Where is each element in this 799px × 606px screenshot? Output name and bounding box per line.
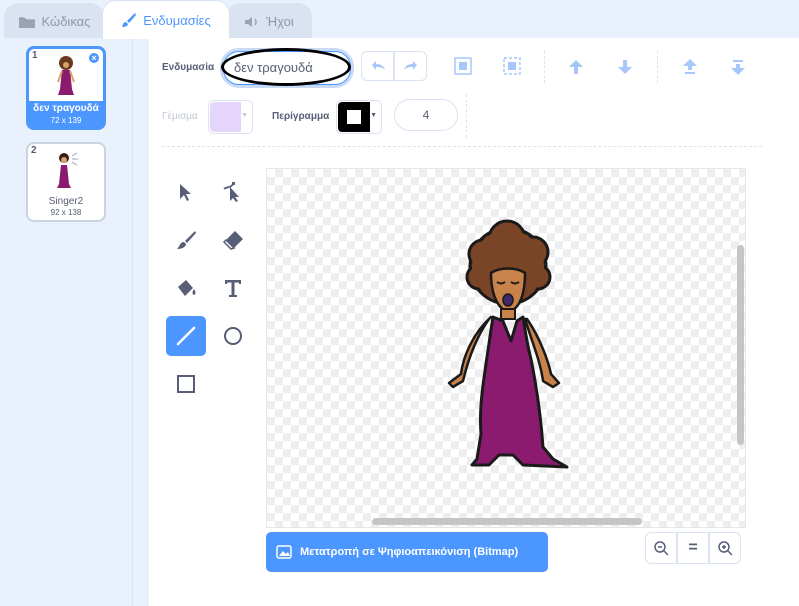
chevron-down-icon: ▼	[370, 112, 377, 119]
arrow-down-icon	[618, 60, 632, 74]
circle-icon	[224, 327, 242, 345]
outline-color-picker[interactable]: ▼	[336, 100, 382, 134]
text-tool[interactable]	[213, 268, 253, 308]
arrow-up-icon	[569, 60, 583, 74]
rectangle-icon	[177, 375, 195, 393]
tab-costumes-label: Ενδυμασίες	[143, 12, 211, 28]
zoom-out-button[interactable]	[645, 532, 677, 564]
speaker-icon	[244, 15, 260, 29]
brush-icon	[177, 231, 196, 249]
costume-number: 1	[32, 50, 38, 61]
zoom-controls: =	[645, 532, 741, 564]
editor-toolbar-row2: Γέμισμα ▼ Περίγραμμα ▼ 4	[149, 94, 799, 140]
costume-item-1[interactable]: 1 × δεν τραγουδά 72 x 139	[26, 46, 106, 130]
line-icon	[176, 326, 196, 346]
image-icon	[276, 545, 292, 559]
undo-button[interactable]	[361, 51, 394, 81]
reshape-tool[interactable]	[213, 172, 253, 212]
circle-tool[interactable]	[213, 316, 253, 356]
editor-toolbar-row1: Ενδυμασία δεν τραγουδά	[149, 38, 799, 94]
group-icon	[454, 57, 472, 75]
tab-sounds[interactable]: Ήχοι	[226, 3, 312, 39]
fill-tool[interactable]	[166, 268, 206, 308]
tab-costumes[interactable]: Ενδυμασίες	[102, 0, 230, 39]
redo-button[interactable]	[394, 51, 427, 81]
divider	[657, 51, 658, 83]
line-tool[interactable]	[166, 316, 206, 356]
costume-thumbnail	[28, 144, 104, 196]
undo-icon	[371, 61, 385, 70]
group-button[interactable]	[448, 51, 478, 81]
vertical-scrollbar[interactable]	[737, 245, 744, 445]
paint-canvas[interactable]	[266, 168, 746, 528]
brush-tool[interactable]	[166, 220, 206, 260]
zoom-reset-button[interactable]: =	[677, 532, 709, 564]
ungroup-button[interactable]	[497, 51, 527, 81]
paint-editor: Ενδυμασία δεν τραγουδά Γέμισμα ▼ Περίγρα…	[149, 38, 799, 606]
text-icon	[225, 280, 241, 297]
ungroup-icon	[503, 57, 521, 75]
costume-drawing	[447, 219, 569, 469]
tab-code[interactable]: Κώδικας	[4, 3, 104, 39]
divider	[466, 94, 467, 138]
costume-name-label: Ενδυμασία	[162, 62, 215, 73]
brush-icon	[121, 12, 137, 28]
fill-swatch	[210, 102, 241, 132]
backward-button[interactable]	[610, 52, 640, 82]
costume-name-input[interactable]: δεν τραγουδά	[223, 51, 351, 85]
costume-list: 1 × δεν τραγουδά 72 x 139 2 Singer2 92 x…	[0, 38, 133, 606]
outline-label: Περίγραμμα	[272, 111, 330, 122]
eraser-tool[interactable]	[213, 220, 253, 260]
front-button[interactable]	[675, 52, 705, 82]
horizontal-scrollbar[interactable]	[372, 518, 642, 525]
zoom-in-icon	[718, 541, 733, 556]
tab-sounds-label: Ήχοι	[266, 14, 294, 29]
fill-label: Γέμισμα	[162, 111, 198, 122]
bring-to-front-icon	[683, 59, 697, 74]
paint-bucket-icon	[178, 280, 196, 296]
costume-size: 92 x 138	[50, 208, 82, 217]
send-to-back-icon	[731, 60, 745, 75]
delete-costume-icon[interactable]: ×	[87, 51, 101, 65]
arrow-pointer-icon	[180, 184, 191, 201]
costume-name: Singer2	[48, 196, 84, 207]
back-button[interactable]	[723, 52, 753, 82]
tab-code-label: Κώδικας	[41, 14, 91, 29]
divider	[544, 51, 545, 83]
costume-size: 72 x 139	[50, 116, 82, 125]
costume-item-2[interactable]: 2 Singer2 92 x 138	[26, 142, 106, 222]
outline-swatch	[338, 102, 370, 132]
forward-button[interactable]	[561, 52, 591, 82]
zoom-out-icon	[654, 541, 669, 556]
costume-name: δεν τραγουδά	[33, 103, 99, 114]
convert-to-bitmap-button[interactable]: Μετατροπή σε Ψηφιοαπεικόνιση (Bitmap)	[266, 532, 548, 572]
costume-number: 2	[31, 145, 37, 156]
eraser-icon	[222, 231, 243, 250]
rectangle-tool[interactable]	[166, 364, 206, 404]
code-icon	[18, 15, 36, 29]
reshape-icon	[223, 182, 239, 202]
zoom-reset-label: =	[688, 539, 698, 556]
select-tool[interactable]	[166, 172, 206, 212]
editor-tabs: Κώδικας Ενδυμασίες Ήχοι	[0, 0, 799, 39]
fill-color-picker[interactable]: ▼	[208, 100, 253, 134]
convert-to-bitmap-label: Μετατροπή σε Ψηφιοαπεικόνιση (Bitmap)	[300, 546, 519, 558]
divider	[162, 146, 762, 147]
zoom-in-button[interactable]	[709, 532, 741, 564]
redo-icon	[403, 61, 417, 70]
chevron-down-icon: ▼	[241, 112, 248, 119]
outline-width-input[interactable]: 4	[394, 99, 458, 131]
